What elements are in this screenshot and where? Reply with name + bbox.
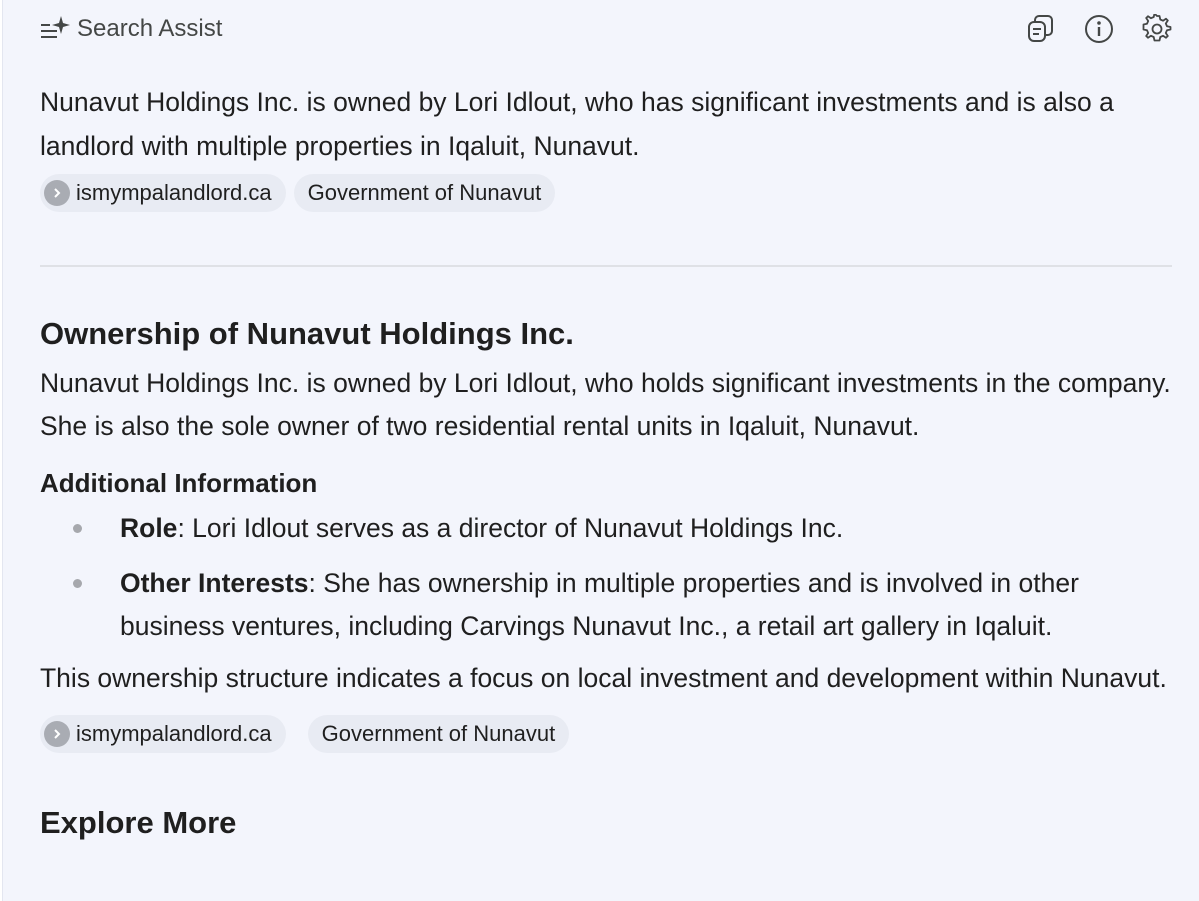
chevron-right-icon (44, 180, 70, 206)
list-item: Role: Lori Idlout serves as a director o… (40, 507, 1172, 550)
bullet-list: Role: Lori Idlout serves as a director o… (40, 507, 1172, 648)
source-chip-label: ismympalandlord.ca (76, 721, 272, 746)
bullet-dot (73, 524, 82, 533)
section-sources: ismympalandlord.ca Government of Nunavut (40, 715, 1172, 753)
gear-icon[interactable] (1141, 13, 1173, 45)
source-chip[interactable]: ismympalandlord.ca (40, 174, 286, 212)
header-title: Search Assist (77, 15, 223, 42)
header-actions (1025, 12, 1173, 46)
bullet-dot (73, 579, 82, 588)
bullet-text: : Lori Idlout serves as a director of Nu… (177, 513, 844, 543)
chevron-right-icon (44, 721, 70, 747)
closing-paragraph: This ownership structure indicates a foc… (40, 663, 1167, 693)
bullet-term: Other Interests (120, 568, 309, 598)
summary-sources: ismympalandlord.ca Government of Nunavut (40, 174, 1172, 212)
source-chip[interactable]: Government of Nunavut (293, 174, 556, 212)
source-chip-label: ismympalandlord.ca (76, 180, 272, 205)
section-title: Ownership of Nunavut Holdings Inc. (40, 316, 574, 351)
divider (40, 265, 1172, 267)
header-left: Search Assist (39, 12, 222, 46)
subheading: Additional Information (40, 468, 318, 498)
explore-more-title: Explore More (40, 805, 237, 840)
source-chip-label: Government of Nunavut (307, 180, 542, 205)
section-paragraph: Nunavut Holdings Inc. is owned by Lori I… (40, 368, 1171, 441)
summary-text: Nunavut Holdings Inc. is owned by Lori I… (40, 87, 1114, 161)
source-chip[interactable]: Government of Nunavut (307, 715, 570, 753)
bullet-term: Role (120, 513, 178, 543)
source-chip[interactable]: ismympalandlord.ca (40, 715, 286, 753)
info-icon[interactable] (1083, 13, 1115, 45)
header: Search Assist (39, 12, 1173, 46)
copy-icon[interactable] (1025, 13, 1057, 45)
content: Nunavut Holdings Inc. is owned by Lori I… (40, 80, 1172, 843)
list-item: Other Interests: She has ownership in mu… (40, 562, 1172, 648)
sparkle-list-icon (39, 13, 71, 46)
search-assist-panel: Search Assist Nunavut Holdings Inc. is o… (2, 0, 1199, 901)
source-chip-label: Government of Nunavut (321, 721, 556, 746)
